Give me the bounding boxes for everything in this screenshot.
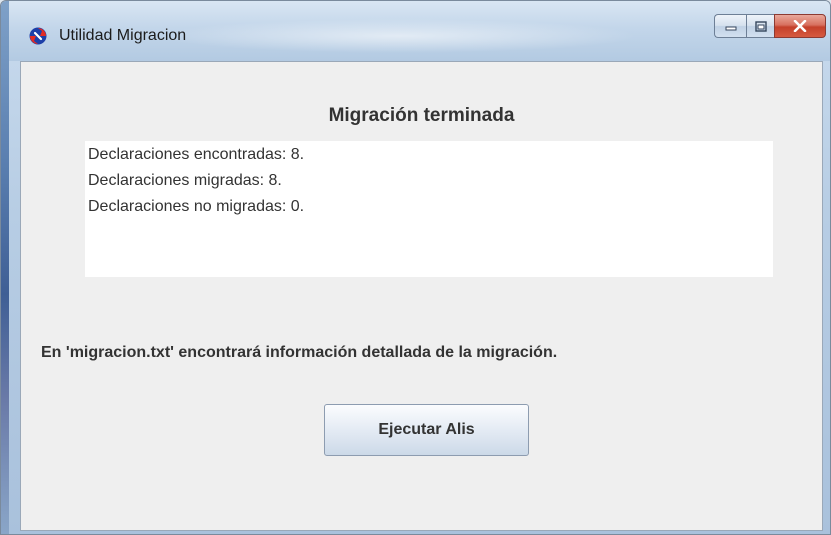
title-bar[interactable]: Utilidad Migracion [9,1,830,61]
run-alis-button[interactable]: Ejecutar Alis [324,404,529,456]
stat-found: Declaraciones encontradas: 8. [88,146,305,163]
stat-not-migrated: Declaraciones no migradas: 0. [88,198,305,215]
minimize-button[interactable] [714,14,746,38]
close-icon [793,20,807,32]
log-file-info: En 'migracion.txt' encontrará informació… [41,344,558,361]
maximize-button[interactable] [746,14,774,38]
close-button[interactable] [774,14,826,38]
window-content: Migración terminada Declaraciones encont… [20,61,823,531]
stat-migrated: Declaraciones migradas: 8. [88,172,282,189]
maximize-icon [754,20,767,32]
minimize-icon [725,26,736,31]
caption-buttons [714,14,826,38]
window-title: Utilidad Migracion [59,27,187,44]
app-window: Utilidad Migracion Migración terminada D… [0,0,831,535]
title-glow [159,19,639,53]
migration-heading: Migración terminada [328,105,515,126]
window-left-edge [1,1,9,534]
migration-summary-box: Declaraciones encontradas: 8. Declaracio… [85,141,773,277]
migration-app-icon[interactable] [29,27,47,45]
